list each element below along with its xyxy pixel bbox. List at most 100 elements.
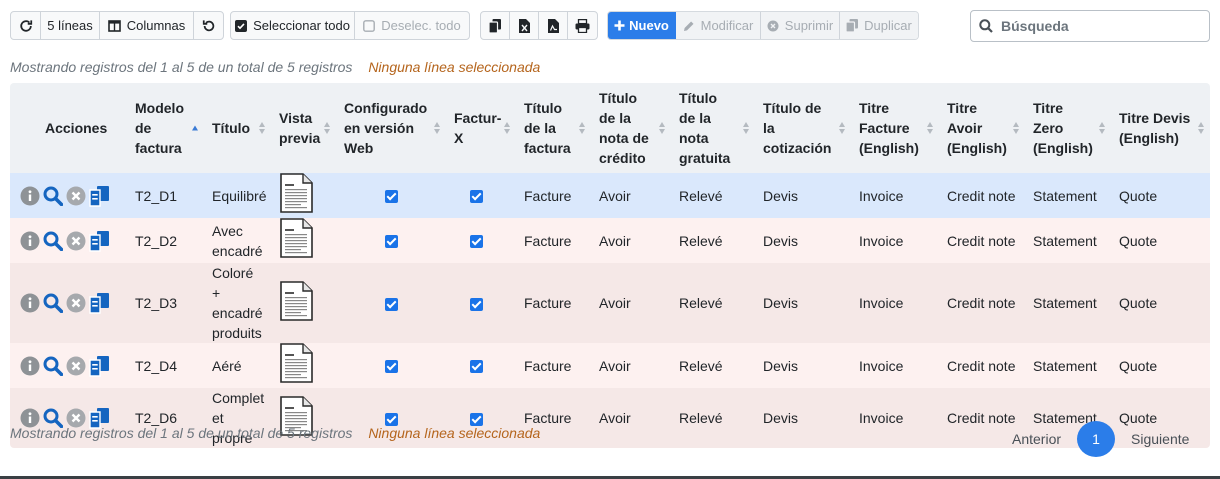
cell-title: Equilibré (212, 187, 267, 204)
delete-button[interactable]: Suprimir (761, 12, 840, 39)
selection-status-text: Ninguna línea seleccionada (368, 425, 541, 441)
cell-free-title: Relevé (679, 187, 723, 204)
cell-credit-en: Credit note (947, 357, 1016, 374)
select-all-button[interactable]: Seleccionar todo (231, 12, 355, 39)
info-icon[interactable] (20, 293, 40, 313)
col-quote-title[interactable]: Título de la cotización (755, 83, 851, 173)
cell-invoice-title: Facture (524, 357, 572, 374)
col-invoice-en[interactable]: Titre Facture (English) (851, 83, 939, 173)
facturx-checkbox (469, 297, 483, 311)
print-button[interactable] (568, 12, 597, 39)
new-label: Nuevo (629, 18, 669, 33)
col-facturx[interactable]: Factur-X (446, 83, 516, 173)
col-credit-title[interactable]: Título de la nota de crédito (591, 83, 671, 173)
view-magnifier-icon[interactable] (43, 186, 63, 206)
col-credit-en-label: Titre Avoir (English) (947, 100, 1007, 156)
col-invoice-title[interactable]: Título de la factura (516, 83, 591, 173)
duplicate-icon[interactable] (89, 292, 110, 314)
cell-model: T2_D1 (135, 187, 178, 204)
cell-invoice-en: Invoice (859, 295, 904, 311)
facturx-checkbox (469, 360, 483, 374)
table-row[interactable]: T2_D2 Avec encadré Facture Avoir Relevé Devis… (10, 218, 1210, 263)
col-title-label: Título (212, 120, 251, 136)
col-web[interactable]: Configurado en versión Web (336, 83, 446, 173)
export-pdf-button[interactable] (539, 12, 568, 39)
columns-label: Columnas (126, 18, 186, 33)
cell-invoice-title: Facture (524, 232, 572, 249)
previous-page-button[interactable]: Anterior (1000, 431, 1073, 447)
cell-zero-en: Statement (1033, 295, 1097, 311)
cell-quote-title: Devis (763, 187, 799, 204)
refresh-button[interactable] (11, 12, 41, 39)
delete-circle-icon[interactable] (66, 293, 86, 313)
sort-icon (579, 122, 585, 134)
col-free-title[interactable]: Título de la nota gratuita (671, 83, 755, 173)
col-invoice-en-label: Titre Facture (English) (859, 100, 919, 156)
document-preview-icon[interactable] (279, 280, 313, 321)
col-model[interactable]: Modelo de factura (127, 83, 204, 173)
cell-quote-en: Quote (1119, 357, 1158, 374)
cell-web (336, 173, 446, 218)
reset-view-button[interactable] (194, 12, 223, 39)
deselect-all-button[interactable]: Deselec. todo (355, 12, 469, 39)
duplicate-icon[interactable] (89, 230, 110, 252)
delete-circle-icon[interactable] (66, 231, 86, 251)
col-title[interactable]: Título (204, 83, 271, 173)
cell-zero-en: Statement (1033, 357, 1097, 374)
view-magnifier-icon[interactable] (43, 356, 63, 376)
col-preview[interactable]: Vista previa (271, 83, 336, 173)
copy-button[interactable] (481, 12, 510, 39)
sort-icon (324, 122, 330, 134)
delete-circle-icon[interactable] (66, 186, 86, 206)
columns-button[interactable]: Columnas (100, 12, 194, 39)
cell-quote-title: Devis (763, 232, 799, 249)
sort-icon (659, 122, 665, 134)
empty-box-icon (363, 19, 376, 32)
lines-per-page-button[interactable]: 5 líneas (41, 12, 100, 39)
col-facturx-label: Factur-X (454, 110, 502, 146)
view-magnifier-icon[interactable] (43, 231, 63, 251)
modify-button[interactable]: Modificar (676, 12, 761, 39)
table-row[interactable]: T2_D4 Aéré Facture Avoir Relevé Devis Invoice C… (10, 343, 1210, 388)
document-preview-icon[interactable] (279, 218, 313, 258)
cell-web (336, 218, 446, 263)
col-web-label: Configurado en versión Web (344, 100, 428, 156)
web-checkbox (384, 190, 398, 204)
search-input[interactable] (999, 17, 1189, 35)
duplicate-icon[interactable] (89, 355, 110, 377)
table-row[interactable]: T2_D1 Equilibré Facture Avoir Relevé Devis Inv… (10, 173, 1210, 218)
info-icon[interactable] (20, 231, 40, 251)
table-row[interactable]: T2_D3 Coloré + encadré produits Facture Avo… (10, 263, 1210, 343)
excel-file-icon (518, 18, 530, 33)
cell-credit-title: Avoir (599, 232, 631, 249)
cell-preview (271, 263, 336, 343)
info-icon[interactable] (20, 356, 40, 376)
document-preview-icon[interactable] (279, 173, 313, 213)
new-button[interactable]: Nuevo (608, 12, 676, 39)
page-number-button[interactable]: 1 (1077, 421, 1116, 457)
duplicate-icon[interactable] (89, 185, 110, 207)
cell-credit-title: Avoir (599, 295, 631, 311)
document-preview-icon[interactable] (279, 343, 313, 383)
duplicate-button[interactable]: Duplicar (840, 12, 918, 39)
info-icon[interactable] (20, 186, 40, 206)
cell-title: Avec encadré (212, 222, 263, 259)
sort-icon (259, 122, 265, 134)
delete-circle-icon[interactable] (66, 356, 86, 376)
cell-credit-title: Avoir (599, 187, 631, 204)
next-page-button[interactable]: Siguiente (1119, 431, 1201, 447)
cell-invoice-en: Invoice (859, 357, 904, 374)
export-excel-button[interactable] (510, 12, 539, 39)
modify-label: Modificar (700, 18, 754, 33)
select-all-label: Seleccionar todo (253, 18, 350, 33)
sort-icon (839, 122, 845, 134)
col-zero-en[interactable]: Titre Zero (English) (1025, 83, 1111, 173)
cell-preview (271, 218, 336, 263)
sort-icon (743, 122, 749, 134)
sort-icon (1198, 122, 1204, 134)
web-checkbox (384, 412, 398, 426)
view-magnifier-icon[interactable] (43, 293, 63, 313)
col-credit-en[interactable]: Titre Avoir (English) (939, 83, 1025, 173)
col-quote-en[interactable]: Titre Devis (English) (1111, 83, 1210, 173)
cell-title: Aéré (212, 357, 242, 374)
